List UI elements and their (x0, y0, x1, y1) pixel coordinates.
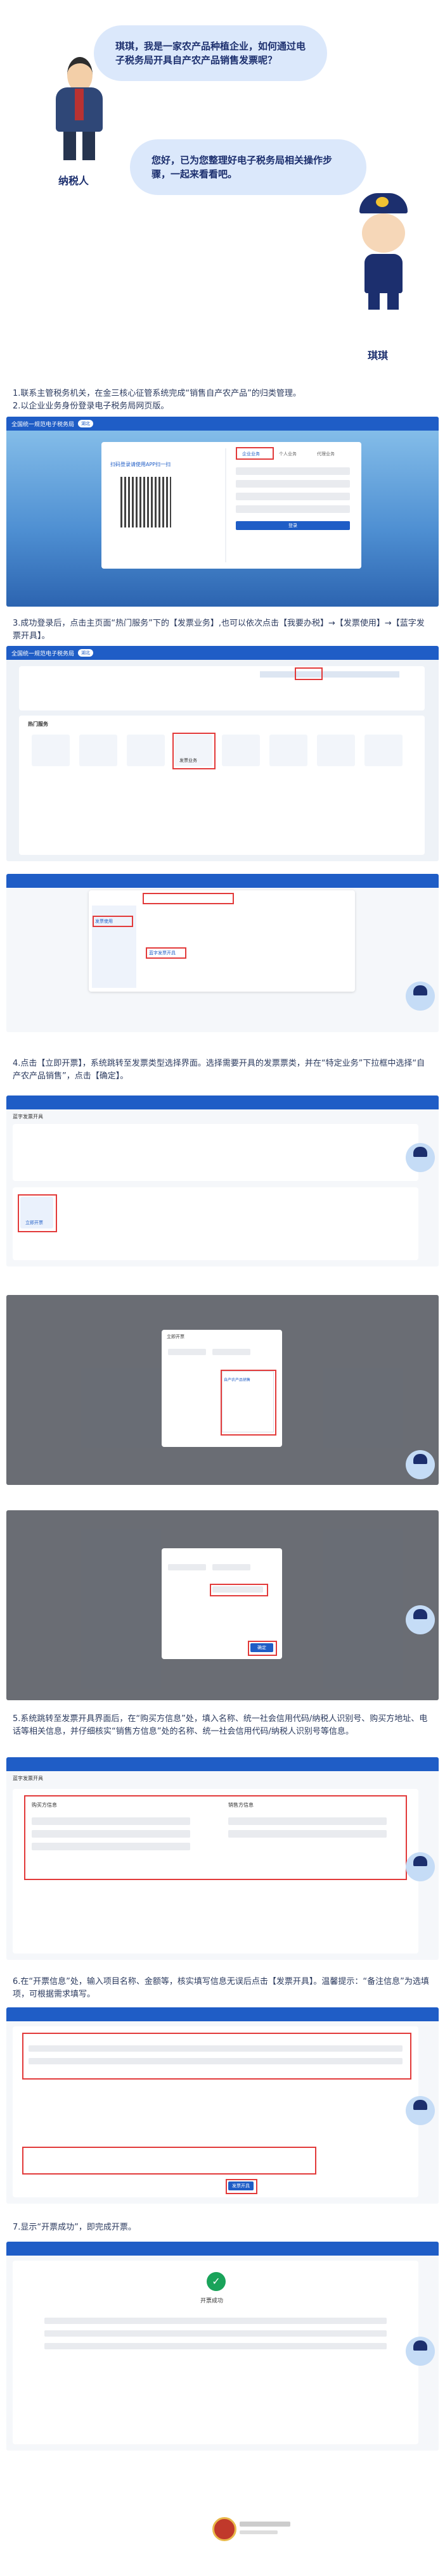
assistant-avatar-3[interactable] (406, 1450, 435, 1479)
portal-tabs (260, 671, 399, 678)
footer-text-placeholder (240, 2522, 290, 2527)
service-tile-8[interactable] (364, 735, 403, 766)
login-screenshot: 全国统一规范电子税务局 湖北 扫码登录请使用APP扫一扫 企业业务 个人业务 代… (6, 417, 439, 607)
enterprise-tab-highlight (236, 447, 274, 460)
service-tile-1[interactable] (32, 735, 70, 766)
tab-personal[interactable]: 个人业务 (279, 451, 297, 457)
issue-now-highlight (18, 1194, 57, 1232)
issue-dialog: 立即开票 自产农产品销售 (162, 1330, 282, 1447)
remarks-highlight (22, 2147, 316, 2175)
login-qr-title: 扫码登录请使用APP扫一扫 (110, 462, 171, 467)
dialog-field-1[interactable] (168, 1349, 206, 1355)
invoice-use-highlight (93, 916, 133, 927)
seller-field-2 (228, 1830, 387, 1838)
issue-button-highlight (226, 2179, 257, 2194)
buyer-field-3[interactable] (32, 1843, 190, 1850)
success-detail-2 (44, 2330, 387, 2337)
portal-screenshot: 全国统一规范电子税务局 湖北 热门服务 发票业务 (6, 646, 439, 861)
items-row-1[interactable] (29, 2045, 403, 2052)
assistant-avatar[interactable] (406, 982, 435, 1011)
dialog2-field-1[interactable] (168, 1564, 206, 1570)
buyer-info-label: 购买方信息 (32, 1802, 57, 1808)
header-illustration: 纳税人 琪琪，我是一家农产品种植企业，如何通过电子税务局开具自产农产品销售发票呢… (0, 0, 445, 370)
dialog-title: 立即开票 (167, 1334, 184, 1339)
qiqi-figure (345, 193, 422, 313)
search-highlight (143, 893, 234, 904)
success-title: 开票成功 (200, 2298, 224, 2304)
step-6-text: 6.在“开票信息”处，输入项目名称、金额等，核实填写信息无误后点击【发票开具】。… (13, 1977, 429, 1999)
login-region-pill: 湖北 (78, 420, 94, 427)
buyer-seller-highlight (24, 1795, 407, 1880)
tab-agent[interactable]: 代理业务 (317, 451, 335, 457)
qiqi-answer-bubble: 您好，已为您整理好电子税务局相关操作步骤，一起来看看吧。 (130, 139, 366, 195)
issue-dialog-confirm: 确定 (162, 1548, 282, 1659)
hot-services-title: 热门服务 (28, 721, 48, 727)
success-screenshot: ✓ 开票成功 (6, 2242, 439, 2451)
seller-info-label: 销售方信息 (228, 1802, 254, 1808)
step-7-text: 7.显示“开票成功”，即完成开票。 (13, 2223, 136, 2232)
service-tile-7[interactable] (317, 735, 355, 766)
service-tile-2[interactable] (79, 735, 117, 766)
dropdown-highlight (221, 1370, 276, 1436)
seller-field-1 (228, 1817, 387, 1825)
confirm-highlight (248, 1641, 277, 1656)
buyer-field-2[interactable] (32, 1830, 190, 1838)
dialog-screenshot-2: 确定 (6, 1510, 439, 1700)
assistant-avatar-4[interactable] (406, 1605, 435, 1634)
menu-screenshot: 发票使用 蓝字发票开具 (6, 874, 439, 1032)
dialog2-field-2[interactable] (212, 1564, 250, 1570)
issue-screenshot: 蓝字发票开具 立即开票 (6, 1095, 439, 1266)
login-qr-code (120, 477, 171, 527)
buyer-field-1[interactable] (32, 1817, 190, 1825)
footer-logo-icon (212, 2517, 236, 2541)
success-detail-3 (44, 2343, 387, 2349)
form-screenshot: 蓝字发票开具 购买方信息 销售方信息 (6, 1757, 439, 1960)
step-4-text: 4.点击【立即开票】，系统跳转至发票类型选择界面。选择需要开具的发票票类，并在“… (13, 1059, 425, 1081)
step-2-text: 2.以企业业务身份登录电子税务局网页版。 (13, 401, 169, 411)
success-detail-1 (44, 2318, 387, 2324)
service-tile-6[interactable] (269, 735, 307, 766)
invoice-business-highlight (172, 733, 216, 769)
blue-invoice-highlight (146, 947, 186, 959)
success-check-icon: ✓ (207, 2272, 226, 2291)
form-page-title: 蓝字发票开具 (13, 1776, 43, 1781)
qiqi-name: 琪琪 (368, 350, 389, 362)
login-button[interactable]: 登录 (236, 521, 350, 530)
login-field-3[interactable] (236, 493, 350, 500)
login-field-2[interactable] (236, 480, 350, 488)
assistant-avatar-2[interactable] (406, 1143, 435, 1172)
assistant-avatar-6[interactable] (406, 2096, 435, 2125)
details-screenshot: 发票开具 (6, 2007, 439, 2204)
taxpayer-name: 纳税人 (58, 175, 89, 187)
step-5-text: 5.系统跳转至发票开具界面后，在“购买方信息”处，填入名称、统一社会信用代码/纳… (13, 1714, 428, 1736)
login-title-bar: 全国统一规范电子税务局 (11, 421, 75, 428)
login-field-1[interactable] (236, 467, 350, 475)
step-3-text: 3.成功登录后，点击主页面“热门服务”下的【发票业务】,也可以依次点击【我要办税… (13, 619, 425, 641)
portal-region-pill: 湖北 (78, 649, 94, 657)
login-field-4[interactable] (236, 505, 350, 513)
assistant-avatar-5[interactable] (406, 1852, 435, 1881)
assistant-avatar-7[interactable] (406, 2337, 435, 2366)
items-row-2[interactable] (29, 2058, 403, 2064)
portal-title-bar: 全国统一规范电子税务局 (11, 650, 75, 657)
taxpayer-question-bubble: 琪琪，我是一家农产品种植企业，如何通过电子税务局开具自产农产品销售发票呢？ (94, 25, 327, 81)
service-tile-5[interactable] (222, 735, 260, 766)
issue-page-title: 蓝字发票开具 (13, 1114, 43, 1120)
dialog-field-2[interactable] (212, 1349, 250, 1355)
step-1-text: 1.联系主管税务机关，在金三核心征管系统完成“销售自产农产品”的归类管理。 (13, 389, 301, 398)
portal-menu-highlight (295, 667, 323, 680)
dialog-screenshot-1: 立即开票 自产农产品销售 (6, 1295, 439, 1485)
service-tile-3[interactable] (127, 735, 165, 766)
special-business-highlight (210, 1584, 268, 1596)
items-highlight (22, 2033, 411, 2080)
login-card: 扫码登录请使用APP扫一扫 企业业务 个人业务 代理业务 登录 (101, 442, 361, 569)
